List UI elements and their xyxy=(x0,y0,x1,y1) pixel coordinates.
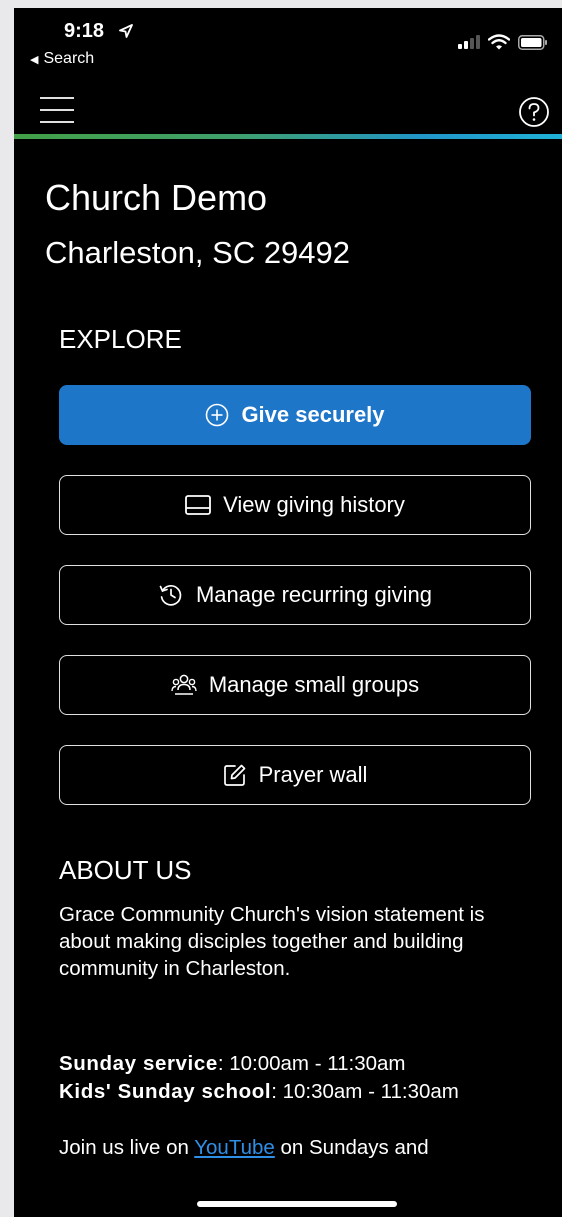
prayer-wall-button[interactable]: Prayer wall xyxy=(59,745,531,805)
explore-heading: EXPLORE xyxy=(59,324,182,354)
about-description: Grace Community Church's vision statemen… xyxy=(59,903,485,980)
app-screen: 9:18 ◀ Search Church Demo Charleston, SC… xyxy=(14,8,562,1217)
youtube-link[interactable]: YouTube xyxy=(194,1136,275,1159)
kids-school-label: Kids' Sunday school xyxy=(59,1080,272,1103)
youtube-suffix: on Sundays and xyxy=(274,1136,429,1159)
status-icons xyxy=(458,34,548,50)
manage-recurring-giving-label: Manage recurring giving xyxy=(195,582,433,607)
history-panel-icon xyxy=(185,495,211,515)
header-accent-bar xyxy=(14,134,562,139)
view-giving-history-label: View giving history xyxy=(223,492,405,517)
manage-small-groups-button[interactable]: Manage small groups xyxy=(59,655,531,715)
battery-icon xyxy=(518,34,547,50)
signal-icon xyxy=(458,35,480,49)
sunday-service-time: : 10:00am - 11:30am xyxy=(217,1052,406,1075)
about-heading: ABOUT US xyxy=(59,855,192,885)
service-schedule: Sunday service: 10:00am - 11:30am Kids' … xyxy=(59,1050,539,1106)
sunday-service-row: Sunday service: 10:00am - 11:30am xyxy=(59,1050,539,1078)
sunday-service-label: Sunday service xyxy=(59,1052,218,1075)
home-indicator[interactable] xyxy=(197,1201,397,1207)
youtube-line: Join us live on YouTube on Sundays and xyxy=(59,1134,429,1162)
status-time: 9:18 xyxy=(64,20,105,42)
back-label: Search xyxy=(43,50,95,67)
manage-small-groups-label: Manage small groups xyxy=(208,672,420,697)
group-people-icon xyxy=(171,674,197,695)
hamburger-menu-icon[interactable] xyxy=(40,96,74,126)
youtube-prefix: Join us live on xyxy=(59,1136,195,1159)
back-to-search[interactable]: ◀ Search xyxy=(30,50,94,68)
help-circle-icon[interactable] xyxy=(518,96,550,128)
plus-circle-icon xyxy=(206,403,229,427)
prayer-wall-label: Prayer wall xyxy=(258,762,368,787)
back-caret-icon: ◀ xyxy=(30,53,39,66)
edit-note-icon xyxy=(223,764,245,786)
location-arrow-icon xyxy=(119,24,133,38)
view-giving-history-button[interactable]: View giving history xyxy=(59,475,531,535)
church-name: Church Demo xyxy=(45,177,268,218)
church-address: Charleston, SC 29492 xyxy=(45,235,351,270)
kids-school-time: : 10:30am - 11:30am xyxy=(271,1080,459,1103)
manage-recurring-giving-button[interactable]: Manage recurring giving xyxy=(59,565,531,625)
wifi-icon xyxy=(488,34,510,50)
kids-school-row: Kids' Sunday school: 10:30am - 11:30am xyxy=(59,1078,539,1106)
give-securely-button[interactable]: Give securely xyxy=(59,385,531,445)
recurring-clock-icon xyxy=(159,584,182,606)
give-securely-label: Give securely xyxy=(241,402,385,427)
